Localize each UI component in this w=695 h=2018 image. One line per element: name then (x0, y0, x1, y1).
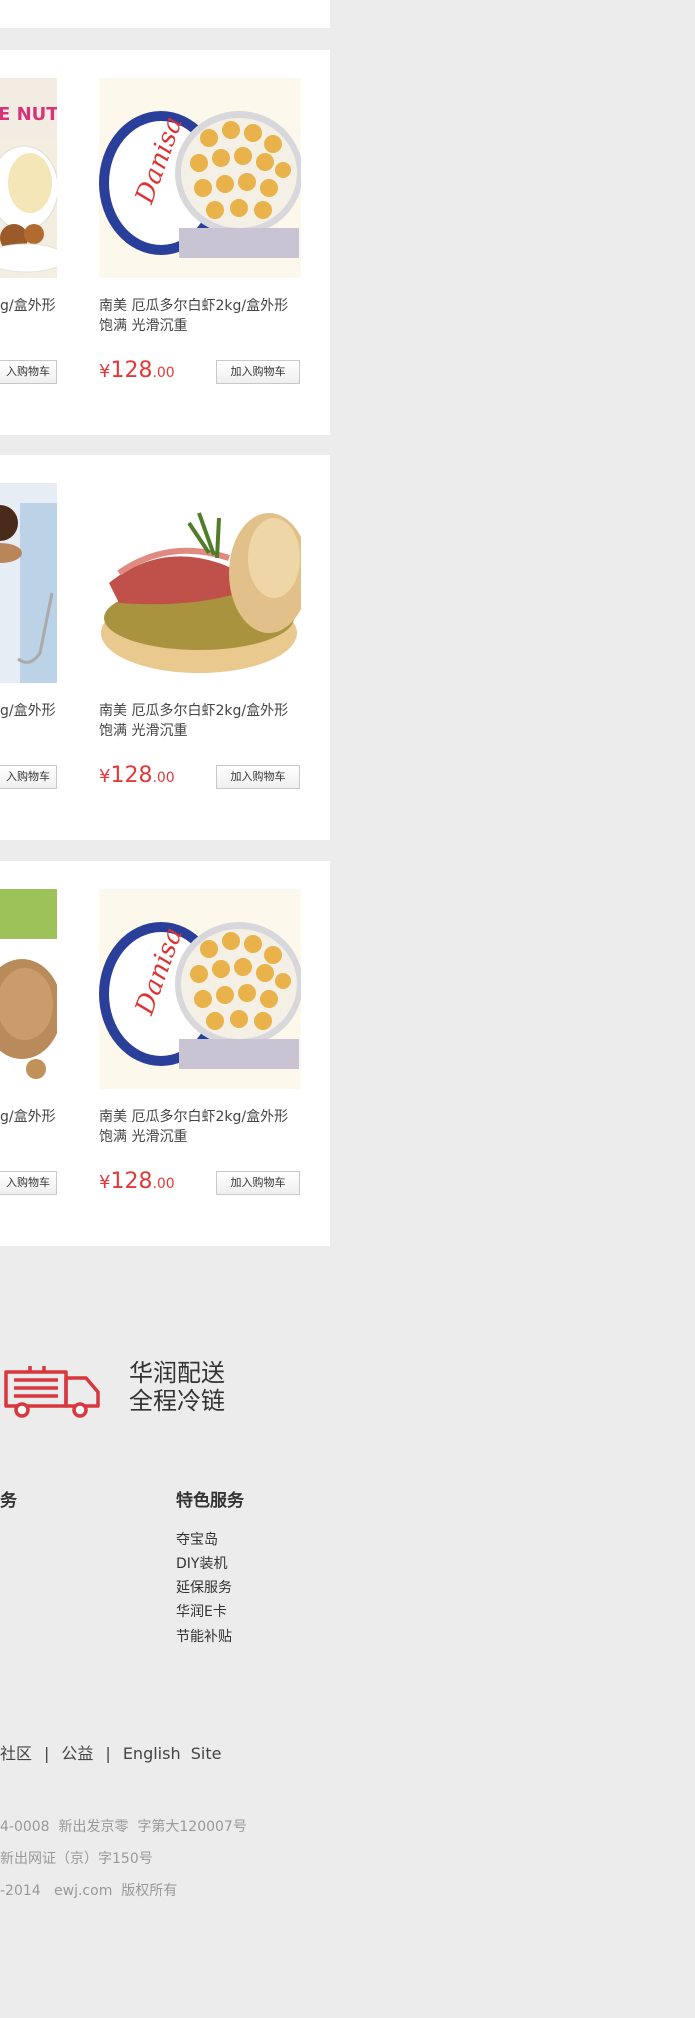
ham-sandwich-illustration (99, 483, 301, 683)
product-image-cookie-tin[interactable]: Danisa (99, 78, 301, 278)
copyright-line-1: 4-0008 新出发京零 字第大120007号 (0, 1819, 247, 1835)
product-price: ¥128.00 (99, 765, 175, 789)
truck-icon (4, 1366, 100, 1418)
partial-add-to-cart-button[interactable]: 入购物车 (0, 360, 57, 384)
price-currency: ¥ (99, 1172, 111, 1193)
footer-link-community[interactable]: 社区 (0, 1744, 32, 1763)
footer-heading-special-services: 特色服务 (176, 1491, 244, 1511)
footer-link-duobaodao[interactable]: 夺宝岛 (176, 1529, 218, 1549)
add-to-cart-button[interactable]: 加入购物车 (216, 1171, 300, 1195)
price-currency: ¥ (99, 361, 111, 382)
partial-add-to-cart-button[interactable]: 入购物车 (0, 1171, 57, 1195)
top-panel-fragment (0, 0, 330, 28)
cookie-tin-illustration: Danisa (99, 78, 301, 278)
product-title[interactable]: 南美 厄瓜多尔白虾2kg/盒外形 饱满 光滑沉重 (99, 296, 309, 336)
product-price: ¥128.00 (99, 360, 175, 384)
product-panel-1: E NUT g/盒外形 入购物车 Danisa 南美 厄瓜多尔白虾2kg/盒外形… (0, 50, 330, 435)
link-separator: | (105, 1744, 111, 1763)
footer-links: 社区 | 公益 | English Site (0, 1740, 221, 1764)
add-to-cart-button[interactable]: 加入购物车 (216, 765, 300, 789)
product-image-ham-sandwich[interactable] (99, 483, 301, 683)
footer-link-ecard[interactable]: 华润E卡 (176, 1601, 227, 1621)
partial-product-image-walnuts[interactable] (0, 889, 57, 1089)
cookie-tin-illustration: Danisa (99, 889, 301, 1089)
price-currency: ¥ (99, 766, 111, 787)
product-panel-3: g/盒外形 入购物车 Danisa 南美 厄瓜多尔白虾2kg/盒外形 饱满 光滑… (0, 861, 330, 1246)
footer-link-charity[interactable]: 公益 (61, 1744, 93, 1763)
footer-link-energy-subsidy[interactable]: 节能补贴 (176, 1626, 232, 1646)
price-decimal: .00 (152, 365, 175, 381)
footer-link-extended-warranty[interactable]: 延保服务 (176, 1577, 232, 1597)
delivery-line-2: 全程冷链 (129, 1387, 225, 1415)
product-panel-2: g/盒外形 入购物车 南美 厄瓜多尔白虾2kg/盒外形 饱满 光滑沉重 ¥128… (0, 455, 330, 840)
price-integer: 128 (110, 1169, 153, 1194)
add-to-cart-button[interactable]: 加入购物车 (216, 360, 300, 384)
partial-add-to-cart-button[interactable]: 入购物车 (0, 765, 57, 789)
nut-brand-text: E NUT (0, 104, 57, 125)
product-price: ¥128.00 (99, 1171, 175, 1195)
partial-product-title[interactable]: g/盒外形 (0, 701, 56, 721)
footer-link-english-site[interactable]: English Site (123, 1744, 222, 1763)
copyright-line-2: 新出网证（京）字150号 (0, 1851, 153, 1867)
product-title[interactable]: 南美 厄瓜多尔白虾2kg/盒外形 饱满 光滑沉重 (99, 1107, 309, 1147)
price-decimal: .00 (152, 1176, 175, 1192)
delivery-line-1: 华润配送 (129, 1359, 225, 1387)
partial-product-title[interactable]: g/盒外形 (0, 296, 56, 316)
partial-product-image-dessert[interactable] (0, 483, 57, 683)
delivery-promo: 华润配送 全程冷链 (0, 1358, 330, 1428)
product-image-cookie-tin[interactable]: Danisa (99, 889, 301, 1089)
price-integer: 128 (110, 763, 153, 788)
product-title[interactable]: 南美 厄瓜多尔白虾2kg/盒外形 饱满 光滑沉重 (99, 701, 309, 741)
footer-link-diy[interactable]: DIY装机 (176, 1553, 227, 1573)
partial-product-image-nuts[interactable]: E NUT (0, 78, 57, 278)
link-separator: | (44, 1744, 50, 1763)
footer-heading-fragment: 务 (0, 1491, 17, 1511)
partial-product-title[interactable]: g/盒外形 (0, 1107, 56, 1127)
copyright-line-3: -2014 ewj.com 版权所有 (0, 1883, 178, 1899)
price-integer: 128 (110, 358, 153, 383)
price-decimal: .00 (152, 770, 175, 786)
